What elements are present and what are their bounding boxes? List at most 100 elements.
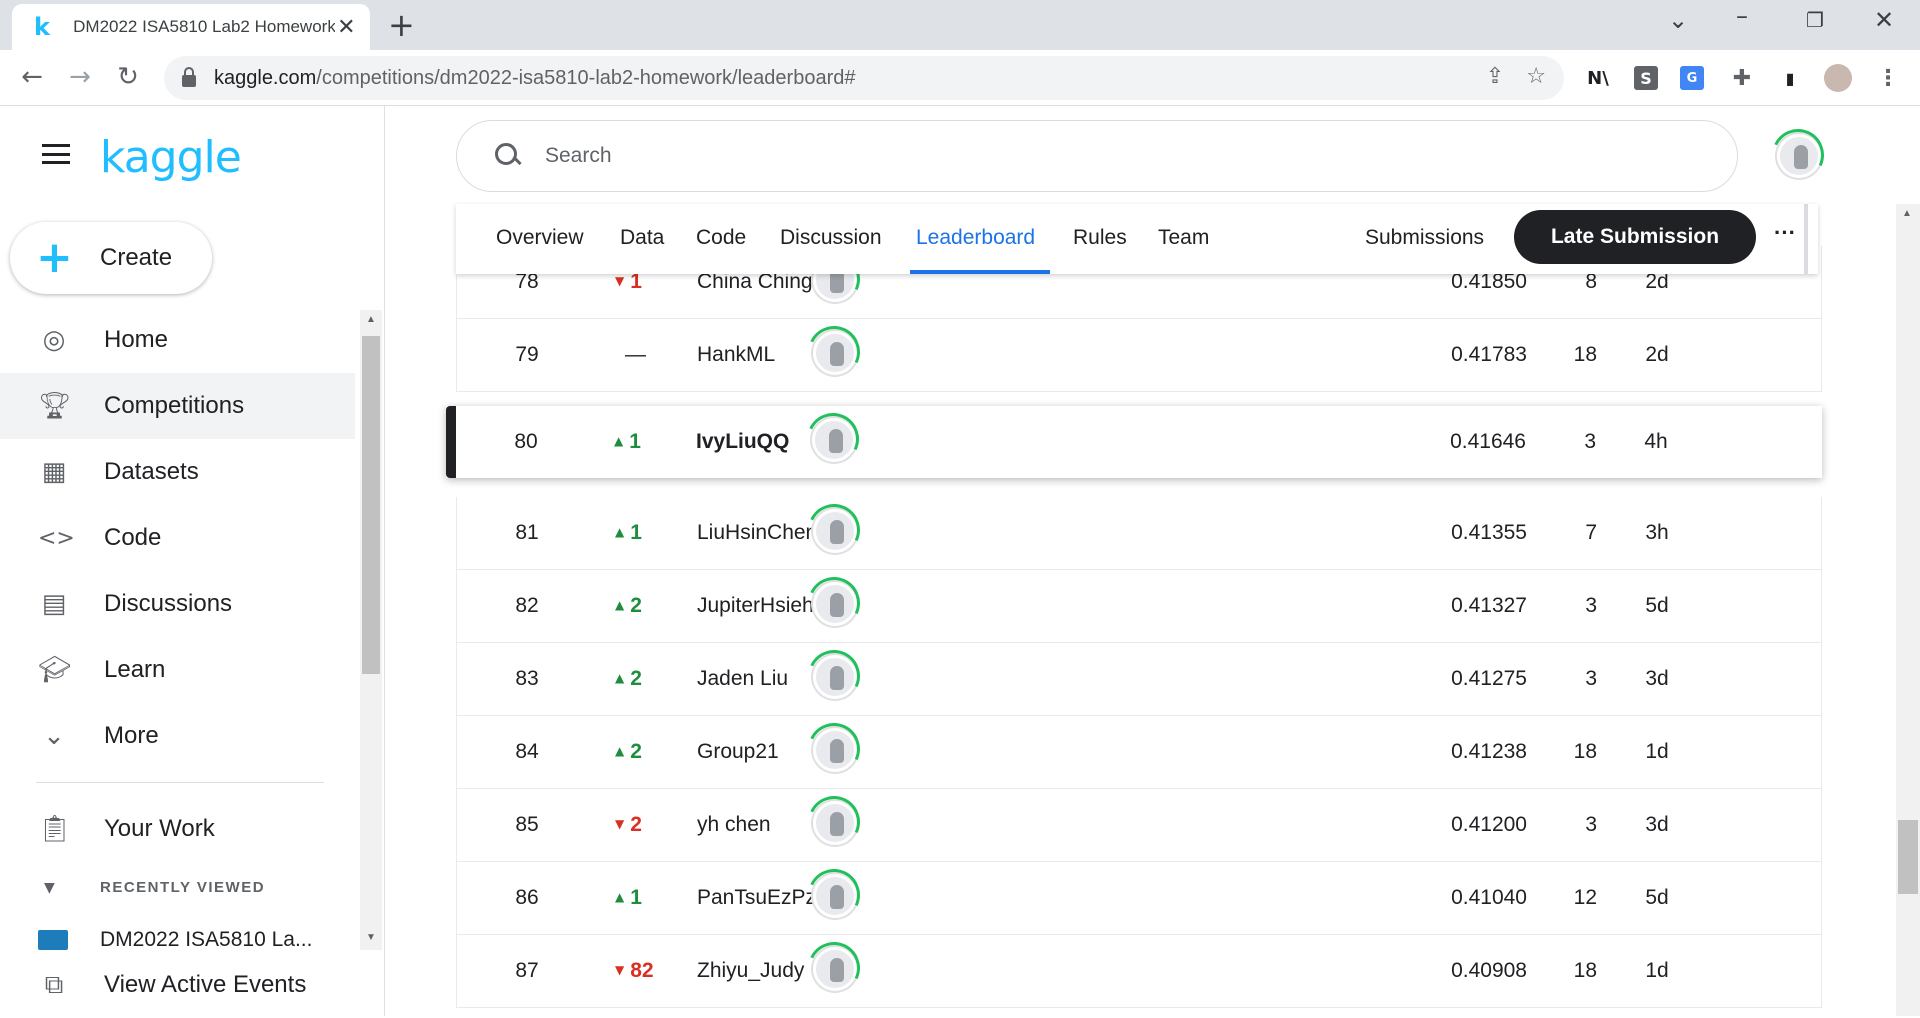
back-icon[interactable]: ← [14, 59, 50, 95]
tab-team[interactable]: Team [1158, 226, 1209, 250]
sidebar-item-more[interactable]: ⌄ More [0, 703, 355, 769]
team-name-cell[interactable]: Group21 [697, 740, 779, 764]
hamburger-menu-icon[interactable] [42, 144, 70, 164]
caret-down-icon[interactable]: ▼ [44, 880, 55, 896]
rank-change-cell: — [625, 343, 646, 366]
avatar-progress-ring [800, 642, 868, 710]
table-row[interactable]: 82 ▲ 2 JupiterHsieh 0.41327 3 5d [456, 569, 1822, 643]
forward-icon[interactable]: → [62, 59, 98, 95]
close-tab-icon[interactable]: ✕ [335, 14, 358, 40]
tab-rules[interactable]: Rules [1073, 226, 1127, 250]
scroll-up-icon[interactable]: ▲ [1902, 208, 1912, 219]
tab-discussion[interactable]: Discussion [780, 226, 882, 250]
entries-cell: 3 [1584, 430, 1596, 453]
avatar-progress-ring [1764, 121, 1832, 189]
rank-change-cell: ▲ 2 [615, 594, 675, 618]
ext-s-icon[interactable]: S [1634, 66, 1658, 90]
table-row[interactable]: 83 ▲ 2 Jaden Liu 0.41275 3 3d [456, 642, 1822, 716]
plus-icon: + [36, 232, 73, 283]
rank-change-cell: ▲ 1 [615, 521, 675, 545]
sidebar-item-datasets[interactable]: ▦ Datasets [0, 439, 355, 505]
team-name-cell[interactable]: IvyLiuQQ [696, 430, 789, 454]
scroll-down-icon[interactable]: ▼ [366, 932, 376, 943]
table-row[interactable]: 86 ▲ 1 PanTsuEzPz 0.41040 12 5d [456, 861, 1822, 935]
browser-tab[interactable]: k DM2022 ISA5810 Lab2 Homework ✕ [12, 4, 370, 50]
table-row[interactable]: 79 — HankML 0.41783 18 2d [456, 318, 1822, 392]
sidebar-item-label: View Active Events [104, 971, 307, 998]
create-label: Create [100, 244, 173, 271]
recent-item[interactable]: DM2022 ISA5810 La... [38, 928, 312, 952]
address-bar[interactable]: kaggle.com/competitions/dm2022-isa5810-l… [164, 56, 1564, 100]
table-row[interactable]: 85 ▼ 2 yh chen 0.41200 3 3d [456, 788, 1822, 862]
rank-change-value: 82 [630, 959, 654, 982]
sidebar-item-code[interactable]: <> Code [0, 505, 355, 571]
rank-change-value: 1 [630, 521, 642, 544]
my-leaderboard-row[interactable]: 80 ▲ 1 IvyLiuQQ 0.41646 3 4h [446, 405, 1822, 478]
team-name-cell[interactable]: HankML [697, 343, 775, 367]
competition-thumbnail [38, 930, 68, 950]
bookmark-star-icon[interactable]: ☆ [1526, 64, 1546, 89]
avatar-progress-ring [800, 934, 868, 1002]
scroll-up-icon[interactable]: ▲ [366, 314, 376, 325]
sidebar-item-label: More [104, 722, 159, 749]
new-tab-icon[interactable]: + [388, 8, 415, 42]
chrome-menu-icon[interactable]: ⋮ [1874, 64, 1902, 92]
kaggle-logo[interactable]: kaggle [100, 132, 242, 183]
table-row[interactable]: 81 ▲ 1 LiuHsinCheng 0.41355 7 3h [456, 496, 1822, 570]
page-scrollbar[interactable]: ▲ [1896, 204, 1920, 1016]
team-name-cell[interactable]: yh chen [697, 813, 771, 837]
entries-cell: 18 [1573, 343, 1597, 366]
tab-leaderboard[interactable]: Leaderboard [916, 226, 1035, 250]
url-path: /competitions/dm2022-isa5810-lab2-homewo… [316, 66, 856, 89]
tab-overview[interactable]: Overview [496, 226, 584, 250]
team-name-cell[interactable]: JupiterHsieh [697, 594, 814, 618]
entries-cell: 18 [1573, 740, 1597, 763]
more-options-icon[interactable]: ··· [1774, 220, 1796, 246]
sidebar-item-discussions[interactable]: ▤ Discussions [0, 571, 355, 637]
restore-icon[interactable]: ❐ [1806, 8, 1824, 32]
extensions-puzzle-icon[interactable]: ✚ [1728, 64, 1756, 92]
rank-change-value: 2 [630, 813, 642, 836]
profile-avatar-icon[interactable] [1824, 64, 1852, 92]
team-name-cell[interactable]: PanTsuEzPz [697, 886, 816, 910]
reload-icon[interactable]: ↻ [110, 59, 146, 95]
sidebar-item-label: Learn [104, 656, 166, 683]
search-input[interactable] [545, 144, 1545, 168]
rank-change-value: 2 [630, 740, 642, 763]
entries-cell: 3 [1585, 667, 1597, 690]
create-button[interactable]: + Create [10, 222, 212, 294]
rank-cell: 86 [515, 886, 539, 909]
sidebar-item-view-active-events[interactable]: ⧉ View Active Events [0, 952, 355, 1018]
arrow-up-icon: ▲ [615, 525, 625, 539]
sidebar-scrollbar[interactable]: ▲ ▼ [360, 310, 382, 950]
tab-search-icon[interactable]: ⌄ [1668, 6, 1688, 34]
sidebar-item-your-work[interactable]: 📋︎ Your Work [0, 796, 355, 862]
close-window-icon[interactable]: ✕ [1874, 6, 1894, 34]
avatar-progress-ring [800, 715, 868, 783]
sidebar-item-competitions[interactable]: 🏆︎ Competitions [0, 373, 355, 439]
arrow-down-icon: ▼ [615, 274, 625, 288]
page-scrollbar-thumb[interactable] [1898, 820, 1918, 894]
minimize-icon[interactable]: – [1736, 2, 1748, 30]
avatar-progress-ring [800, 318, 868, 386]
tab-code[interactable]: Code [696, 226, 746, 250]
score-cell: 0.40908 [1451, 959, 1527, 982]
team-name-cell[interactable]: Zhiyu_Judy [697, 959, 804, 983]
search-bar[interactable] [456, 120, 1738, 192]
side-panel-icon[interactable]: ▮ [1776, 64, 1804, 92]
tab-submissions[interactable]: Submissions [1365, 226, 1484, 250]
sidebar-item-learn[interactable]: 🎓︎ Learn [0, 637, 355, 703]
rank-cell: 80 [514, 430, 538, 453]
ext-n-icon[interactable]: N\ [1584, 64, 1612, 92]
late-submission-button[interactable]: Late Submission [1514, 210, 1756, 264]
share-icon[interactable]: ⇪ [1486, 64, 1504, 89]
recently-viewed-heading: RECENTLY VIEWED [100, 879, 266, 896]
table-row[interactable]: 84 ▲ 2 Group21 0.41238 18 1d [456, 715, 1822, 789]
tab-data[interactable]: Data [620, 226, 664, 250]
table-row[interactable]: 87 ▼ 82 Zhiyu_Judy 0.40908 18 1d [456, 934, 1822, 1008]
sidebar-item-home[interactable]: ◎ Home [0, 307, 355, 373]
team-name-cell[interactable]: Jaden Liu [697, 667, 788, 691]
tabbar-edge [1804, 204, 1808, 274]
translate-icon[interactable]: G [1680, 66, 1704, 90]
sidebar-scrollbar-thumb[interactable] [362, 336, 380, 674]
